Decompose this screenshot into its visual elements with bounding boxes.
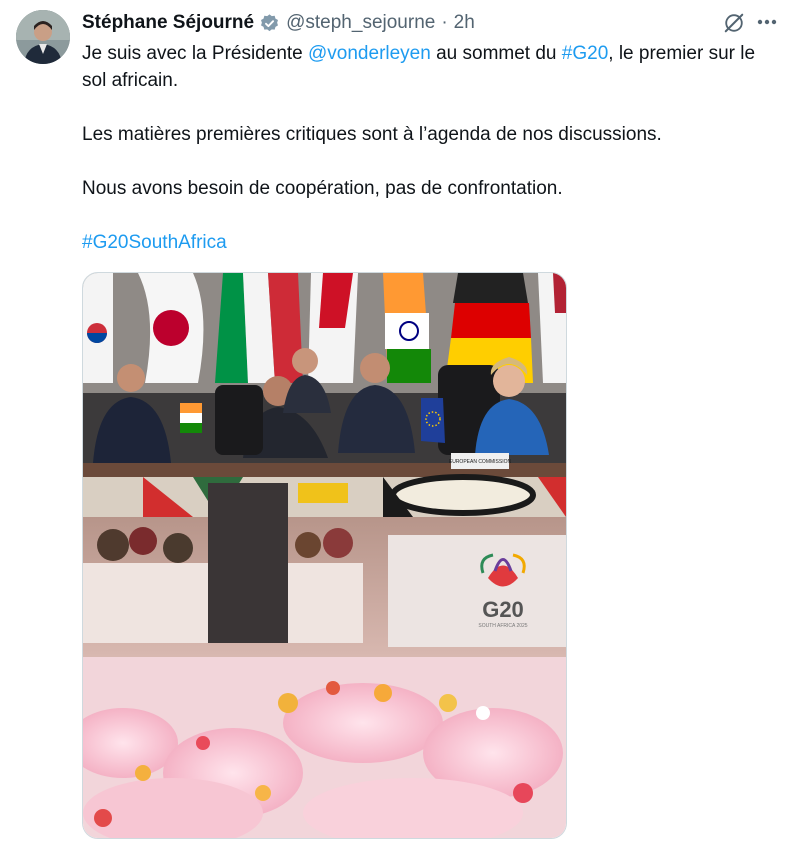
g20-logo-text: G20 — [482, 597, 524, 622]
grok-icon[interactable] — [723, 12, 745, 34]
podium-pillar — [208, 483, 288, 643]
tweet-paragraph-1: Je suis avec la Présidente @vonderleyen … — [82, 40, 762, 94]
separator-dot: · — [441, 12, 448, 33]
summit-photo: EUROPEAN COMMISSION G20 SOUTH AFRICA 202… — [83, 273, 566, 838]
author-avatar[interactable] — [16, 10, 70, 64]
nameplate-text: EUROPEAN COMMISSION — [449, 459, 512, 465]
author-handle[interactable]: @steph_sejourne — [286, 12, 435, 34]
tweet-photo[interactable]: EUROPEAN COMMISSION G20 SOUTH AFRICA 202… — [82, 272, 567, 839]
avatar-image — [16, 10, 70, 64]
hashtag-link-g20[interactable]: #G20 — [562, 43, 608, 64]
author-name[interactable]: Stéphane Séjourné — [82, 12, 254, 34]
g20-logo-subtext: SOUTH AFRICA 2025 — [478, 623, 527, 629]
text-segment: Je suis avec la Présidente — [82, 43, 309, 64]
verified-badge-icon[interactable] — [259, 13, 280, 34]
g20-panel — [388, 535, 566, 647]
tweet-header: Stéphane Séjourné @steph_sejourne · 2h — [82, 10, 767, 36]
more-icon[interactable] — [753, 8, 781, 36]
tweet-text: Je suis avec la Présidente @vonderleyen … — [82, 40, 762, 283]
tweet-paragraph-2: Les matières premières critiques sont à … — [82, 124, 662, 145]
tweet-paragraph-3: Nous avons besoin de coopération, pas de… — [82, 178, 563, 199]
text-segment: au sommet du — [430, 43, 562, 64]
mention-link[interactable]: @vonderleyen — [308, 43, 431, 64]
tweet-paragraph-4: #G20SouthAfrica — [82, 229, 762, 256]
hashtag-link-g20southafrica[interactable]: #G20SouthAfrica — [82, 232, 227, 253]
tweet-timestamp[interactable]: 2h — [454, 12, 475, 34]
